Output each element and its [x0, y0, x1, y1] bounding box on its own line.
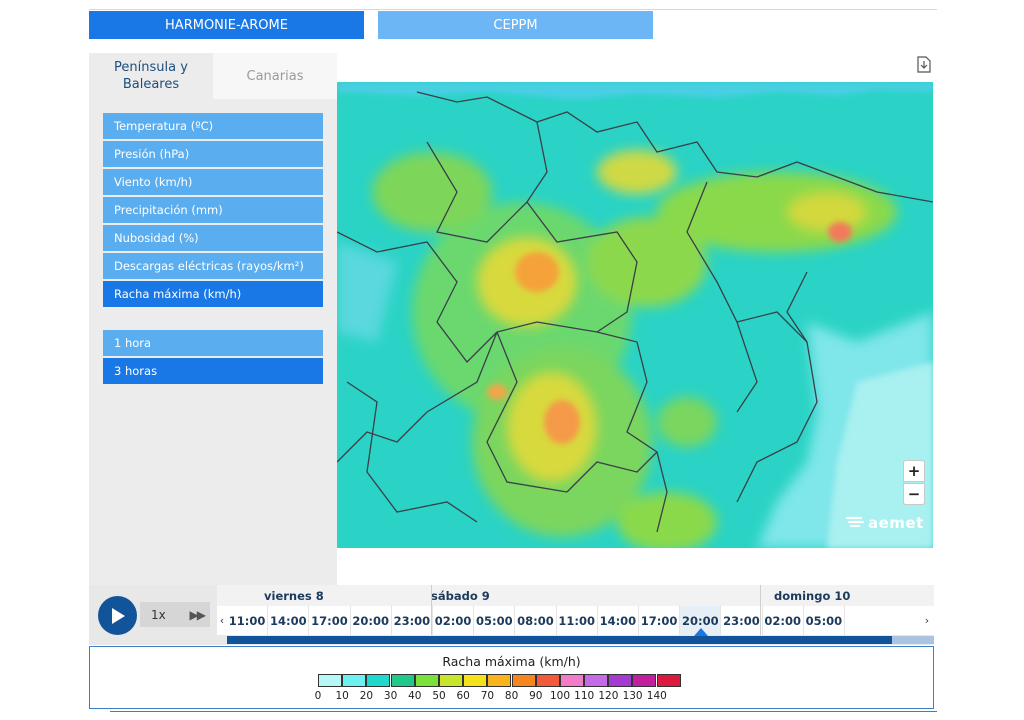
legend-swatch	[608, 674, 633, 687]
timeline-hour[interactable]: 02:00	[763, 606, 804, 635]
tab-peninsula-baleares[interactable]: Península y Baleares	[89, 53, 213, 99]
speed-selector[interactable]: 1x ▶▶	[140, 602, 210, 627]
legend-swatch	[463, 674, 488, 687]
timeline-hour[interactable]: 05:00	[474, 606, 516, 635]
step-1-hora[interactable]: 1 hora	[103, 330, 323, 356]
timeline-next-arrow[interactable]: ›	[922, 606, 932, 635]
timeline-hour[interactable]: 23:00	[392, 606, 433, 635]
forecast-map[interactable]: + − aemet	[337, 82, 933, 548]
time-step-menu: 1 hora 3 horas	[103, 330, 323, 386]
timeline-hour[interactable]: 05:00	[804, 606, 845, 635]
legend-tick: 110	[574, 690, 595, 702]
timeline-hour[interactable]: 20:00	[351, 606, 392, 635]
legend-tick: 100	[549, 690, 571, 702]
legend-swatch	[318, 674, 342, 687]
step-3-horas[interactable]: 3 horas	[103, 358, 323, 384]
timeline-hour[interactable]: 14:00	[598, 606, 639, 635]
bottom-divider	[110, 711, 937, 712]
legend-swatch	[584, 674, 609, 687]
aemet-logo: aemet	[845, 514, 924, 532]
day-row: viernes 8 sábado 9 domingo 10	[217, 585, 934, 606]
legend-swatch	[414, 674, 439, 687]
legend-tick: 10	[335, 690, 349, 702]
tab-ceppm[interactable]: CEPPM	[378, 11, 653, 39]
day-label: sábado 9	[431, 589, 490, 603]
timeline-hour[interactable]: 17:00	[309, 606, 351, 635]
zoom-out-button[interactable]: −	[903, 483, 925, 505]
legend-swatch	[511, 674, 536, 687]
timeline-hour[interactable]: 02:00	[433, 606, 475, 635]
legend-swatch	[656, 674, 681, 687]
timeline-prev-arrow[interactable]: ‹	[217, 606, 227, 635]
legend-tick: 0	[314, 690, 322, 702]
legend-ticks: 0 10 20 30 40 50 60 70 80 90 100 110 120 130 140	[90, 690, 933, 704]
hour-row: 11:00 14:00 17:00 20:00 23:00 02:00 05:00 08:00…	[217, 606, 934, 635]
legend-tick: 30	[383, 690, 398, 702]
tab-peninsula-label: Península y Baleares	[114, 60, 188, 92]
variable-presion[interactable]: Presión (hPa)	[103, 141, 323, 167]
tab-canarias[interactable]: Canarias	[213, 53, 337, 99]
aemet-logo-icon	[845, 516, 865, 528]
speed-value: 1x	[151, 607, 166, 622]
legend-swatch	[390, 674, 415, 687]
timeline-hour[interactable]: 11:00	[227, 606, 269, 635]
legend-swatch	[632, 674, 657, 687]
play-icon	[111, 607, 125, 624]
timeline-hour[interactable]: 17:00	[639, 606, 681, 635]
app-root: HARMONIE-AROME CEPPM Península y Baleare…	[0, 0, 1024, 720]
download-icon[interactable]	[917, 56, 931, 73]
timeline-hour[interactable]: 08:00	[515, 606, 557, 635]
zoom-in-button[interactable]: +	[903, 460, 925, 482]
top-divider	[89, 9, 937, 10]
timeline-hour[interactable]: 11:00	[557, 606, 598, 635]
aemet-logo-text: aemet	[868, 514, 924, 532]
variable-precipitacion[interactable]: Precipitación (mm)	[103, 197, 323, 223]
variable-temperatura[interactable]: Temperatura (ºC)	[103, 113, 323, 139]
timeline-progress-bar[interactable]	[227, 636, 892, 644]
day-label: viernes 8	[264, 589, 324, 603]
play-button[interactable]	[98, 596, 137, 635]
legend-tick: 60	[456, 690, 470, 702]
legend-tick: 120	[598, 690, 619, 702]
sidebar: Península y Baleares Canarias Temperatur…	[89, 53, 337, 585]
day-separator	[760, 585, 761, 635]
legend-tick: 140	[646, 690, 667, 702]
legend-swatch	[487, 674, 512, 687]
legend-swatch	[342, 674, 367, 687]
legend-tick: 130	[622, 690, 643, 702]
legend-tick: 50	[432, 690, 446, 702]
fast-forward-icon[interactable]: ▶▶	[190, 602, 207, 627]
timeline-progress-remaining	[892, 636, 934, 644]
legend-title: Racha máxima (km/h)	[442, 654, 581, 669]
legend-tick: 70	[480, 690, 495, 702]
legend-tick: 90	[529, 690, 543, 702]
variable-menu: Temperatura (ºC) Presión (hPa) Viento (k…	[103, 113, 323, 309]
legend-swatch	[559, 674, 584, 687]
variable-viento[interactable]: Viento (km/h)	[103, 169, 323, 195]
day-separator	[431, 585, 432, 635]
timeline: viernes 8 sábado 9 domingo 10 11:00 14:00…	[217, 585, 934, 645]
variable-nubosidad[interactable]: Nubosidad (%)	[103, 225, 323, 251]
tab-harmonie-arome[interactable]: HARMONIE-AROME	[89, 11, 364, 39]
legend-swatch	[438, 674, 463, 687]
legend-swatch	[535, 674, 560, 687]
legend-tick: 80	[504, 690, 519, 702]
variable-descargas-electricas[interactable]: Descargas eléctricas (rayos/km²)	[103, 253, 323, 279]
legend-swatch	[366, 674, 391, 687]
timeline-hour[interactable]: 14:00	[268, 606, 310, 635]
legend: Racha máxima (km/h) 0 10 20 30 40 50 60 70 80 90 1…	[89, 646, 934, 709]
legend-tick: 20	[359, 690, 374, 702]
timeline-hour[interactable]: 23:00	[721, 606, 763, 635]
variable-racha-maxima[interactable]: Racha máxima (km/h)	[103, 281, 323, 307]
legend-color-scale	[318, 674, 681, 687]
day-label: domingo 10	[774, 589, 851, 603]
legend-tick: 40	[408, 690, 422, 702]
time-player: 1x ▶▶ viernes 8 sábado 9 domingo 10 11:0…	[89, 585, 934, 645]
current-time-marker	[693, 628, 708, 636]
gust-map-image	[337, 82, 933, 548]
